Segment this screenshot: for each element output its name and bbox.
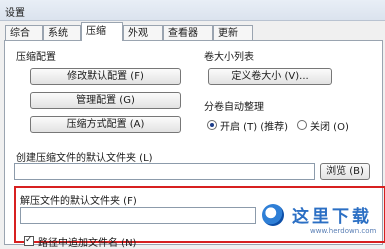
manage-config-button[interactable]: 管理配置 (G) bbox=[30, 92, 181, 109]
tab-compression[interactable]: 压缩 bbox=[81, 22, 123, 41]
radio-disable-label: 关闭 (O) bbox=[310, 122, 349, 133]
radio-disable[interactable] bbox=[297, 120, 307, 130]
tab-viewer[interactable]: 查看器 bbox=[163, 25, 213, 40]
volume-auto-arrange-heading: 分卷自动整理 bbox=[204, 102, 264, 113]
radio-enable-label: 开启 (T) (推荐) bbox=[220, 122, 289, 133]
default-extract-folder-input[interactable] bbox=[20, 207, 256, 224]
default-compress-folder-label: 创建压缩文件的默认文件夹 (L) bbox=[16, 153, 153, 164]
compression-method-config-button[interactable]: 压缩方式配置 (A) bbox=[30, 116, 181, 133]
window-title: 设置 bbox=[5, 8, 25, 19]
volume-size-list-heading: 卷大小列表 bbox=[204, 52, 254, 63]
modify-default-config-button[interactable]: 修改默认配置 (F) bbox=[30, 68, 181, 85]
define-volume-size-button[interactable]: 定义卷大小 (V)... bbox=[208, 68, 332, 85]
tab-update[interactable]: 更新 bbox=[213, 25, 253, 40]
browse-button[interactable]: 浏览 (B) bbox=[320, 163, 370, 180]
append-path-label: 路径中追加文件名 (N) bbox=[38, 238, 137, 249]
tab-system[interactable]: 系统 bbox=[43, 25, 81, 40]
watermark-url: www.herdown.com bbox=[310, 227, 377, 235]
default-extract-folder-label: 解压文件的默认文件夹 (F) bbox=[20, 196, 137, 207]
watermark-text: 这里下载 bbox=[292, 207, 372, 227]
window-titlebar: 设置 bbox=[0, 0, 385, 21]
watermark: 这里下载 www.herdown.com bbox=[262, 200, 380, 240]
watermark-logo-icon bbox=[262, 204, 284, 226]
append-path-checkbox[interactable] bbox=[24, 235, 34, 246]
tab-general[interactable]: 综合 bbox=[5, 25, 43, 40]
compression-config-heading: 压缩配置 bbox=[16, 52, 56, 63]
tab-appearance[interactable]: 外观 bbox=[123, 25, 163, 40]
default-compress-folder-input[interactable] bbox=[14, 163, 315, 180]
radio-enable[interactable] bbox=[207, 120, 217, 130]
